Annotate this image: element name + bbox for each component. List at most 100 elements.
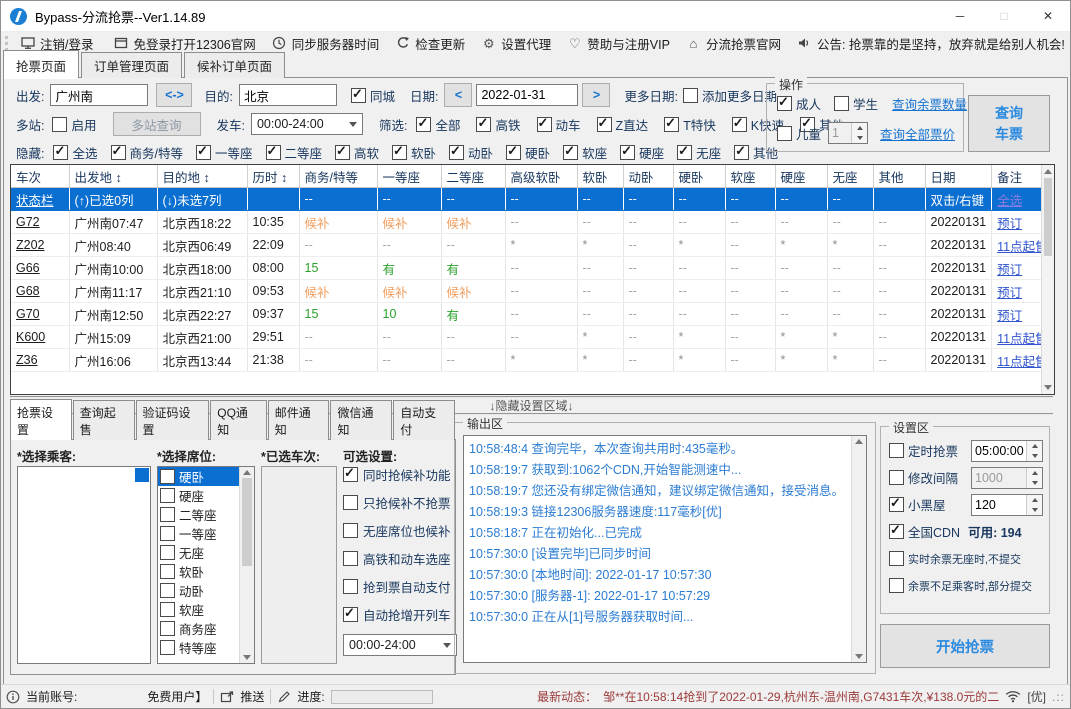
checkbox[interactable] [449, 143, 465, 160]
spinner[interactable]: 1000 [971, 466, 1043, 489]
column-header[interactable]: 硬卧 [673, 165, 726, 188]
checkbox[interactable] [160, 526, 175, 541]
train-row[interactable]: Z36 广州16:06 北京西13:44 21:38 -- -- -- * * -- * -- * * --… [11, 348, 1054, 372]
scroll-up-icon[interactable] [1044, 169, 1052, 174]
option-checkbox[interactable]: 无座席位也候补 [343, 516, 455, 544]
checkbox[interactable] [335, 143, 351, 160]
checkbox[interactable] [160, 488, 175, 503]
dest-input[interactable]: 北京 [238, 84, 337, 106]
train-row[interactable]: Z202 广州08:40 北京西06:49 22:09 -- -- -- * * -- * -- * * -… [11, 233, 1054, 257]
filter-checkbox[interactable]: 动车 [536, 115, 581, 134]
query-remaining-link[interactable]: 查询余票数量 [892, 94, 967, 113]
tab-查询起售[interactable]: 查询起售 [72, 400, 135, 440]
checkbox[interactable] [889, 443, 904, 458]
query-prices-link[interactable]: 查询全部票价 [880, 124, 955, 143]
toolbar-item-speaker[interactable]: 公告: 抢票靠的是坚持，放弃就是给别人机会! [789, 32, 1070, 54]
seat-option[interactable]: 商务座 [158, 619, 239, 638]
push-label[interactable]: 推送 [240, 688, 264, 705]
column-header[interactable]: 日期 [925, 165, 993, 188]
column-header[interactable]: 软卧 [577, 165, 624, 188]
filter-checkbox[interactable]: 软卧 [392, 143, 436, 162]
filter-checkbox[interactable]: 全部 [416, 115, 460, 134]
checkbox[interactable] [160, 583, 175, 598]
checkbox[interactable] [160, 469, 175, 484]
checkbox[interactable] [160, 602, 175, 617]
checkbox[interactable] [620, 143, 636, 160]
checkbox[interactable] [682, 87, 698, 103]
train-row[interactable]: G72 广州南07:47 北京西18:22 10:35 候补 候补 候补 -- -- -- -- --… [11, 210, 1054, 234]
toolbar-item-heart[interactable]: ♡ 赞助与注册VIP [559, 32, 678, 54]
scroll-down-icon[interactable] [855, 654, 863, 659]
column-header[interactable]: 其他 [873, 165, 926, 188]
filter-checkbox[interactable]: 硬卧 [506, 143, 550, 162]
column-header[interactable]: 高级软卧 [505, 165, 578, 188]
spin-down-icon[interactable] [1027, 477, 1042, 488]
option-checkbox[interactable]: 同时抢候补功能 [343, 460, 455, 488]
tab-自动支付[interactable]: 自动支付 [393, 400, 455, 440]
toolbar-item-home[interactable]: ⌂ 分流抢票官网 [678, 32, 789, 54]
filter-checkbox[interactable]: 高软 [335, 143, 379, 162]
checkbox[interactable] [195, 143, 211, 160]
filter-checkbox[interactable]: 软座 [563, 143, 607, 162]
filter-checkbox[interactable]: 商务/特等 [110, 143, 183, 162]
checkbox[interactable] [889, 578, 904, 593]
filter-checkbox[interactable]: 一等座 [195, 143, 253, 162]
toolbar-item-window[interactable]: 免登录打开12306官网 [105, 32, 263, 54]
seat-option[interactable]: 一等座 [158, 524, 239, 543]
tab-QQ通知[interactable]: QQ通知 [210, 400, 267, 440]
setting-checkbox[interactable]: 实时余票无座时,不提交 [889, 551, 1021, 567]
spin-down-icon[interactable] [1027, 504, 1042, 515]
train-number-link[interactable]: Z36 [11, 348, 70, 372]
next-date-button[interactable]: > [582, 83, 611, 107]
depart-input[interactable]: 广州南 [50, 84, 149, 106]
train-number-link[interactable]: Z202 [11, 233, 70, 257]
checkbox[interactable] [160, 621, 175, 636]
checkbox[interactable] [343, 465, 358, 482]
train-row[interactable]: G66 广州南10:00 北京西18:00 08:00 15 有有 -- -- -- -- -- --… [11, 256, 1054, 280]
spin-up-icon[interactable] [1027, 494, 1042, 505]
train-number-link[interactable]: G70 [11, 302, 70, 326]
seat-option[interactable]: 硬卧 [158, 467, 239, 486]
child-count-spinner[interactable]: 1 [828, 122, 869, 144]
log-scrollbar[interactable] [851, 436, 866, 662]
checkbox[interactable] [506, 143, 522, 160]
seat-option[interactable]: 无座 [158, 543, 239, 562]
checkbox[interactable] [110, 143, 126, 160]
same-city-checkbox[interactable]: 同城 [350, 86, 395, 105]
checkbox[interactable] [889, 495, 904, 512]
checkbox[interactable] [563, 143, 579, 160]
checkbox[interactable] [343, 494, 358, 510]
start-grab-button[interactable]: 开始抢票 [880, 624, 1050, 668]
checkbox[interactable] [889, 522, 904, 539]
column-header[interactable]: 商务/特等 [299, 165, 378, 188]
tab-候补订单页面[interactable]: 候补订单页面 [184, 52, 286, 78]
table-scrollbar[interactable] [1041, 165, 1054, 394]
column-header[interactable]: 硬座 [775, 165, 828, 188]
checkbox[interactable] [889, 551, 904, 566]
column-header[interactable]: 无座 [827, 165, 874, 188]
filter-checkbox[interactable]: 无座 [677, 143, 721, 162]
seat-option[interactable]: 硬座 [158, 486, 239, 505]
option-checkbox[interactable]: 自动抢增开列车 [343, 600, 455, 628]
toolbar-item-gear[interactable]: ⚙ 设置代理 [473, 32, 559, 54]
option-checkbox[interactable]: 抢到票自动支付 [343, 572, 455, 600]
tab-验证码设置[interactable]: 验证码设置 [135, 400, 210, 440]
checkbox[interactable] [777, 125, 792, 141]
train-time-range-select[interactable]: 00:00-24:00 [343, 634, 457, 656]
checkbox[interactable] [476, 115, 492, 132]
checkbox[interactable] [664, 115, 680, 132]
column-header[interactable]: 出发地 ↕ [69, 165, 158, 188]
scroll-up-icon[interactable] [855, 439, 863, 444]
filter-checkbox[interactable]: 动卧 [449, 143, 493, 162]
train-number-link[interactable]: G68 [11, 279, 70, 303]
tab-订单管理页面[interactable]: 订单管理页面 [81, 52, 183, 78]
toolbar-item-clock[interactable]: 同步服务器时间 [264, 32, 388, 54]
filter-checkbox[interactable]: 高铁 [476, 115, 521, 134]
filter-checkbox[interactable]: 全选 [53, 143, 98, 162]
passenger-listbox[interactable] [17, 466, 151, 664]
train-row[interactable]: G68 广州南11:17 北京西21:10 09:53 候补 候补 候补 -- -- -- -- --… [11, 279, 1054, 303]
query-tickets-button[interactable]: 查询 车票 [968, 95, 1050, 152]
filter-checkbox[interactable]: 二等座 [265, 143, 322, 162]
spin-down-icon[interactable] [852, 133, 868, 143]
option-checkbox[interactable]: 只抢候补不抢票 [343, 488, 455, 516]
